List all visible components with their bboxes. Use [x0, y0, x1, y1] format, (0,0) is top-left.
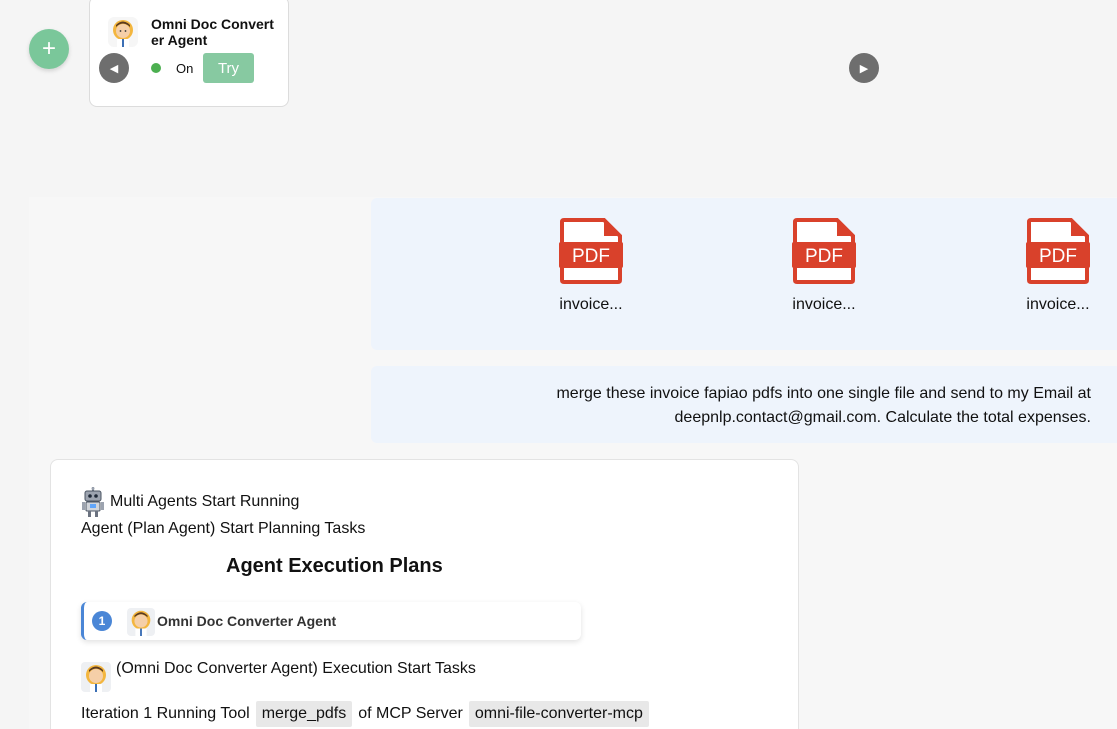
agent-name: Omni Doc Converter Agent [151, 16, 274, 48]
run-header: Multi Agents Start Running [81, 487, 299, 517]
agent-avatar [127, 608, 155, 636]
plans-title: Agent Execution Plans [226, 555, 443, 577]
status-indicator [151, 63, 161, 73]
user-message-bubble: merge these invoice fapiao pdfs into one… [371, 366, 1117, 443]
try-button[interactable]: Try [203, 53, 254, 83]
iteration-middle: of MCP Server [358, 705, 463, 722]
mcp-server-chip: omni-file-converter-mcp [468, 701, 649, 727]
file-attachment[interactable]: PDF invoice... [1013, 218, 1103, 314]
add-agent-button[interactable]: + [29, 29, 69, 69]
status-label: On [176, 61, 194, 76]
execution-start-text: (Omni Doc Converter Agent) Execution Sta… [116, 660, 476, 677]
file-name: invoice... [1026, 296, 1090, 313]
step-agent-name: Omni Doc Converter Agent [157, 613, 337, 629]
execution-start-line: (Omni Doc Converter Agent) Execution Sta… [81, 660, 476, 692]
agent-avatar [81, 662, 111, 692]
step-number-badge: 1 [92, 611, 112, 631]
tool-name-chip: merge_pdfs [255, 701, 353, 727]
file-attachment[interactable]: PDF invoice... [546, 218, 636, 314]
robot-icon [82, 487, 104, 517]
app-stage: + Omni Doc Converter Agent On Try ◀ ▶ PD… [0, 0, 1117, 729]
plus-icon: + [41, 35, 56, 62]
chevron-left-icon: ◀ [109, 62, 119, 75]
pdf-icon: PDF [792, 218, 856, 284]
user-message-text: merge these invoice fapiao pdfs into one… [556, 385, 1091, 426]
agent-avatar [108, 17, 138, 47]
iteration-line: Iteration 1 Running Tool merge_pdfs of M… [81, 701, 655, 727]
file-name: invoice... [559, 296, 623, 313]
svg-text:PDF: PDF [572, 246, 610, 267]
plan-step-item[interactable]: 1 Omni Doc Converter Agent [81, 602, 581, 640]
pdf-icon: PDF [1026, 218, 1090, 284]
pdf-icon: PDF [559, 218, 623, 284]
run-header-text: Multi Agents Start Running [110, 493, 300, 510]
iteration-prefix: Iteration 1 Running Tool [81, 705, 250, 722]
agent-run-panel: Multi Agents Start Running Agent (Plan A… [50, 459, 799, 729]
file-name: invoice... [792, 296, 856, 313]
svg-text:PDF: PDF [1039, 246, 1077, 267]
carousel-prev-button[interactable]: ◀ [99, 53, 129, 83]
chevron-right-icon: ▶ [859, 62, 869, 75]
file-attachment[interactable]: PDF invoice... [779, 218, 869, 314]
carousel-next-button[interactable]: ▶ [849, 53, 879, 83]
attachments-bubble: PDF invoice... PDF invoice... PDF invoic… [371, 198, 1117, 350]
plan-status-line: Agent (Plan Agent) Start Planning Tasks [81, 520, 366, 537]
svg-text:PDF: PDF [805, 246, 843, 267]
